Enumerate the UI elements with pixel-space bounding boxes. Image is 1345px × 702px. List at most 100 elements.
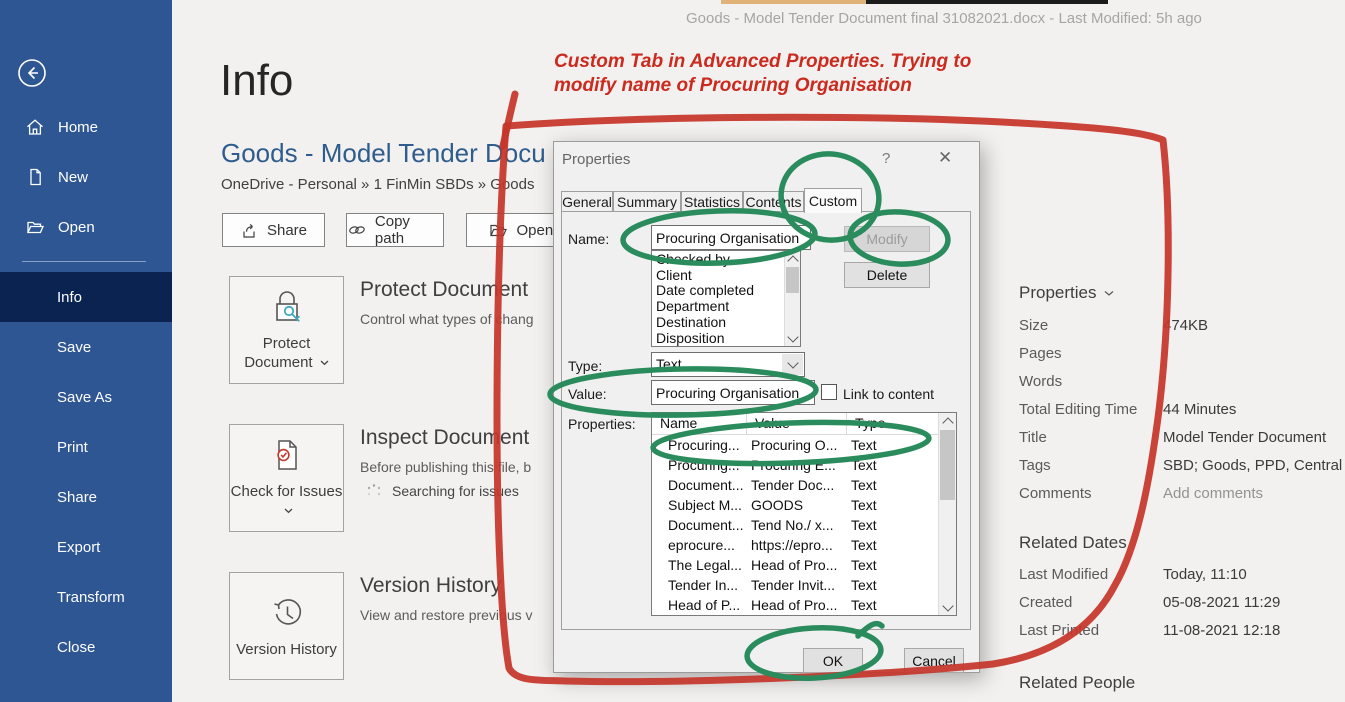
tab-summary[interactable]: Summary — [613, 191, 681, 212]
property-row[interactable]: Tender In...Tender Invit...Text — [652, 575, 956, 595]
property-row[interactable]: The Legal...Head of Pro...Text — [652, 555, 956, 575]
name-input[interactable] — [651, 225, 811, 250]
property-row[interactable]: eprocure...https://epro...Text — [652, 535, 956, 555]
sidebar-item-home[interactable]: Home — [0, 112, 172, 142]
open-folder-icon — [25, 217, 45, 237]
chevron-down-icon — [284, 508, 293, 514]
dropdown-arrow[interactable] — [782, 354, 803, 375]
sidebar-item-close[interactable]: Close — [0, 622, 172, 672]
searching-status: Searching for issues — [392, 483, 519, 499]
dialog-close-button[interactable]: ✕ — [938, 148, 952, 168]
prop-label-words: Words — [1019, 373, 1062, 390]
ok-button[interactable]: OK — [803, 648, 863, 673]
copy-path-button[interactable]: Copy path — [346, 213, 444, 247]
share-icon — [240, 221, 259, 240]
version-history-button[interactable]: Version History — [229, 572, 344, 680]
cancel-button[interactable]: Cancel — [904, 648, 964, 673]
top-edge-strip-accent — [721, 0, 866, 4]
section-desc-inspect: Before publishing this file, b — [360, 459, 531, 475]
advanced-properties-dialog: Properties ? ✕ General Summary Statistic… — [553, 141, 980, 673]
property-row[interactable]: Procuring...Procuring O...Text — [652, 435, 956, 455]
property-name-listbox[interactable]: Checked by Client Date completed Departm… — [651, 250, 801, 347]
date-value-printed: 11-08-2021 12:18 — [1163, 622, 1280, 639]
home-icon — [25, 117, 45, 137]
date-value-created: 05-08-2021 11:29 — [1163, 594, 1280, 611]
tab-statistics[interactable]: Statistics — [681, 191, 743, 212]
delete-button[interactable]: Delete — [844, 262, 930, 288]
modify-button[interactable]: Modify — [844, 226, 930, 252]
prop-value-editing-time: 44 Minutes — [1163, 401, 1236, 418]
breadcrumb: OneDrive - Personal » 1 FinMin SBDs » Go… — [221, 176, 534, 193]
backstage-sidebar: Home New Open Info Save Save As Print Sh… — [0, 0, 172, 702]
sidebar-item-share[interactable]: Share — [0, 472, 172, 522]
property-row[interactable]: Head of P...Head of Pro...Text — [652, 595, 956, 615]
list-item[interactable]: Checked by — [656, 252, 784, 268]
date-value-modified: Today, 11:10 — [1163, 566, 1247, 583]
back-button[interactable] — [13, 54, 51, 92]
prop-value-tags[interactable]: SBD; Goods, PPD, Central ... — [1163, 457, 1345, 474]
list-item[interactable]: Department — [656, 299, 784, 315]
share-button[interactable]: Share — [222, 213, 325, 247]
lock-key-icon — [266, 288, 308, 328]
tab-contents[interactable]: Contents — [743, 191, 804, 212]
table-scrollbar[interactable] — [939, 413, 956, 615]
property-row[interactable]: Subject M...GOODSText — [652, 495, 956, 515]
property-row[interactable]: Document...Tender Doc...Text — [652, 475, 956, 495]
related-dates-heading: Related Dates — [1019, 533, 1127, 553]
link-to-content-label: Link to content — [843, 386, 934, 402]
annotation-note: Custom Tab in Advanced Properties. Tryin… — [554, 50, 1034, 98]
prop-label-editing-time: Total Editing Time — [1019, 401, 1137, 418]
scroll-thumb[interactable] — [786, 267, 799, 293]
scroll-up-arrow[interactable] — [785, 251, 800, 266]
property-row[interactable]: Document...Tend No./ x...Text — [652, 515, 956, 535]
sidebar-item-save-as[interactable]: Save As — [0, 372, 172, 422]
prop-label-tags: Tags — [1019, 457, 1051, 474]
dialog-help-button[interactable]: ? — [882, 150, 890, 167]
scroll-down-arrow[interactable] — [939, 600, 956, 615]
scroll-down-arrow[interactable] — [785, 331, 800, 346]
property-row[interactable]: Procuring...Procuring E...Text — [652, 455, 956, 475]
list-item[interactable]: Date completed — [656, 283, 784, 299]
section-heading-inspect: Inspect Document — [360, 426, 529, 450]
properties-panel-heading[interactable]: Properties — [1019, 283, 1114, 303]
list-item[interactable]: Destination — [656, 315, 784, 331]
sidebar-item-save[interactable]: Save — [0, 322, 172, 372]
prop-value-title[interactable]: Model Tender Document — [1163, 429, 1326, 446]
spinner-icon — [366, 483, 382, 499]
check-for-issues-button[interactable]: Check for Issues — [229, 424, 344, 532]
sidebar-item-transform[interactable]: Transform — [0, 572, 172, 622]
listbox-scrollbar[interactable] — [784, 251, 800, 346]
link-to-content-checkbox[interactable] — [821, 384, 837, 400]
dialog-title: Properties — [562, 151, 630, 168]
protect-document-button[interactable]: Protect Document — [229, 276, 344, 384]
document-title: Goods - Model Tender Docu — [221, 138, 546, 169]
value-input[interactable] — [651, 380, 815, 405]
list-item[interactable]: Client — [656, 268, 784, 284]
folder-icon — [488, 221, 508, 239]
date-label-modified: Last Modified — [1019, 566, 1108, 583]
tab-general[interactable]: General — [561, 191, 613, 212]
sidebar-item-export[interactable]: Export — [0, 522, 172, 572]
sidebar-item-label: Open — [58, 219, 95, 236]
prop-label-size: Size — [1019, 317, 1048, 334]
sidebar-item-new[interactable]: New — [0, 162, 172, 192]
sidebar-item-print[interactable]: Print — [0, 422, 172, 472]
scroll-thumb[interactable] — [940, 430, 955, 500]
word-backstage-info: Goods - Model Tender Document final 3108… — [0, 0, 1345, 702]
sidebar-item-info[interactable]: Info — [0, 272, 172, 322]
add-comments-field[interactable]: Add comments — [1163, 485, 1263, 502]
table-header: Name Value Type — [652, 413, 956, 435]
prop-label-title: Title — [1019, 429, 1047, 446]
related-people-heading: Related People — [1019, 673, 1135, 693]
sidebar-item-open[interactable]: Open — [0, 212, 172, 242]
section-desc-protect: Control what types of chang — [360, 311, 534, 327]
list-item[interactable]: Disposition — [656, 331, 784, 347]
sidebar-item-label: Home — [58, 119, 98, 136]
tab-custom[interactable]: Custom — [804, 188, 862, 213]
scroll-up-arrow[interactable] — [939, 413, 956, 428]
chevron-down-icon — [1104, 290, 1114, 297]
chevron-down-icon — [320, 360, 329, 366]
document-titlebar-text: Goods - Model Tender Document final 3108… — [686, 10, 1202, 27]
type-dropdown[interactable]: Text — [651, 352, 805, 377]
sidebar-divider — [22, 261, 146, 262]
